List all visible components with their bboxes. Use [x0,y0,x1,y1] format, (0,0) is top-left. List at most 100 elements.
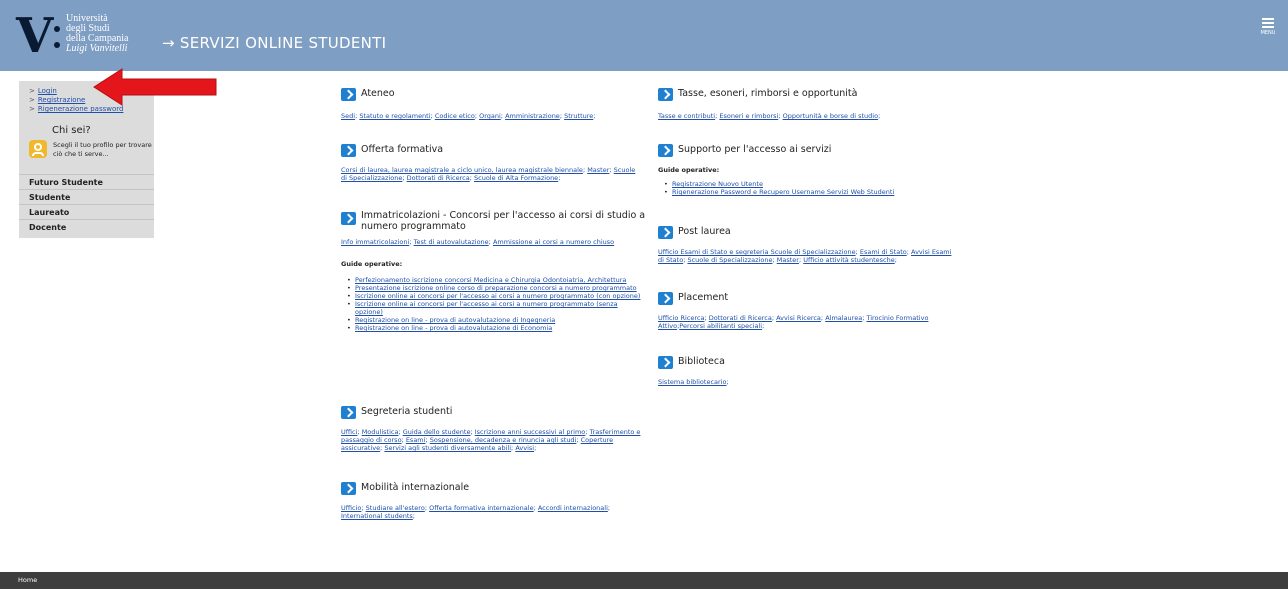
link[interactable]: Scuole di Alta Formazione [474,174,558,182]
link[interactable]: Ufficio attività studentesche [803,256,895,264]
link[interactable]: Strutture [564,112,593,120]
link[interactable]: Esoneri e rimborsi [719,112,778,120]
section-ateneo: Ateneo Sedi; Statuto e regolamenti; Codi… [341,86,641,120]
section-links: Info immatricolazioni; Test di autovalut… [341,238,615,246]
section-title: Biblioteca [678,356,725,367]
home-link[interactable]: Home [18,576,37,584]
link[interactable]: Corsi di laurea, laurea magistrale a cic… [341,166,583,174]
guide-item: Registrazione on line - prova di autoval… [347,316,645,324]
section-title: Immatricolazioni - Concorsi per l'access… [361,210,646,232]
chevron-right-icon: > [29,87,35,95]
section-biblioteca: Biblioteca Sistema bibliotecario; [658,354,958,386]
registrazione-link[interactable]: Registrazione [38,96,85,104]
link[interactable]: Ufficio Esami di Stato e segreteria Scuo… [658,248,856,256]
guide-link[interactable]: Presentazione iscrizione online corso di… [355,284,637,292]
link[interactable]: Avvisi Ricerca [776,314,821,322]
link[interactable]: Esami [406,436,426,444]
guide-item: Registrazione on line - prova di autoval… [347,324,645,332]
section-header: Ateneo [341,86,641,104]
sidebar-item-studente[interactable]: Studente [19,189,154,204]
section-tasse: Tasse, esoneri, rimborsi e opportunità T… [658,86,958,120]
section-supporto: Supporto per l'accesso ai servizi Guide … [658,142,958,196]
sidebar-item-docente[interactable]: Docente [19,219,154,234]
link[interactable]: Master [587,166,609,174]
arrow-right-icon [341,88,356,101]
link[interactable]: Dottorati di Ricerca [709,314,772,322]
university-logo[interactable]: V Università degli Studi della Campania … [16,8,146,64]
login-link[interactable]: Login [38,87,57,95]
link[interactable]: Avvisi [515,444,534,452]
hamburger-icon [1262,22,1274,24]
link[interactable]: Amministrazione [505,112,560,120]
link[interactable]: Tasse e contributi [658,112,715,120]
guide-link[interactable]: Registrazione on line - prova di autoval… [355,316,555,324]
link[interactable]: Info immatricolazioni [341,238,409,246]
section-title: Post laurea [678,226,731,237]
link[interactable]: Percorsi abilitanti speciali [679,322,762,330]
link[interactable]: Organi [479,112,501,120]
menu-button[interactable]: MENU [1260,18,1276,36]
guide-link[interactable]: Iscrizione online ai concorsi per l'acce… [355,300,618,316]
guide-link[interactable]: Perfezionamento iscrizione concorsi Medi… [355,276,626,284]
section-mobilita-internazionale: Mobilità internazionale Ufficio; Studiar… [341,480,641,520]
guide-list: Perfezionamento iscrizione concorsi Medi… [347,276,645,332]
link[interactable]: Sospensione, decadenza e rinuncia agli s… [430,436,577,444]
chevron-right-icon: > [29,105,35,113]
link[interactable]: Uffici [341,428,357,436]
link[interactable]: Almalaurea [825,314,862,322]
guide-title: Guide operative: [658,166,720,174]
link[interactable]: Sedi [341,112,355,120]
link[interactable]: Statuto e regolamenti [359,112,430,120]
link[interactable]: Servizi agli studenti diversamente abili [384,444,511,452]
link[interactable]: Guida dello studente [403,428,471,436]
guide-link[interactable]: Registrazione on line - prova di autoval… [355,324,552,332]
section-header: Placement [658,290,958,308]
guide-link[interactable]: Iscrizione online ai concorsi per l'acce… [355,292,640,300]
logo-v-mark: V [16,8,54,64]
arrow-right-icon [658,356,673,369]
link[interactable]: International students [341,512,413,520]
link[interactable]: Test di autovalutazione [414,238,489,246]
link[interactable]: Sistema bibliotecario [658,378,726,386]
link[interactable]: Scuole di Specializzazione [687,256,772,264]
link[interactable]: Esami di Stato [860,248,907,256]
hamburger-icon [1262,18,1274,20]
link[interactable]: Ufficio [341,504,361,512]
arrow-right-icon [658,88,673,101]
link[interactable]: Master [777,256,799,264]
sidebar-item-futuro-studente[interactable]: Futuro Studente [19,174,154,189]
section-offerta-formativa: Offerta formativa Corsi di laurea, laure… [341,142,641,182]
link[interactable]: Opportunità e borse di studio [783,112,878,120]
link[interactable]: Modulistica [362,428,399,436]
section-header: Tasse, esoneri, rimborsi e opportunità [658,86,958,104]
user-profile-icon [29,140,47,158]
logo-dot [54,42,60,48]
link[interactable]: Ufficio Ricerca [658,314,704,322]
section-header: Segreteria studenti [341,404,641,422]
section-title: Mobilità internazionale [361,482,470,493]
link[interactable]: Offerta formativa internazionale [429,504,534,512]
section-post-laurea: Post laurea Ufficio Esami di Stato e seg… [658,224,958,264]
section-header: Mobilità internazionale [341,480,641,498]
chevron-right-icon: > [29,96,35,104]
guide-title: Guide operative: [341,260,403,268]
sidebar-item-laureato[interactable]: Laureato [19,204,154,219]
section-title: Tasse, esoneri, rimborsi e opportunità [678,88,858,99]
section-title: Ateneo [361,88,395,99]
link[interactable]: Accordi internazionali [538,504,608,512]
section-links: Ufficio; Studiare all'estero; Offerta fo… [341,504,611,520]
guide-list: Registrazione Nuovo Utente Rigenerazione… [664,180,962,196]
link[interactable]: Dottorati di Ricerca [407,174,470,182]
link[interactable]: Codice etico [435,112,475,120]
guide-link[interactable]: Registrazione Nuovo Utente [672,180,763,188]
section-links: Sedi; Statuto e regolamenti; Codice etic… [341,112,596,120]
logo-text: Università degli Studi della Campania Lu… [66,13,129,54]
link[interactable]: Studiare all'estero [366,504,425,512]
page-title: → SERVIZI ONLINE STUDENTI [162,34,387,52]
arrow-right-icon [341,212,356,225]
section-header: Biblioteca [658,354,958,372]
footer-bar: Home [0,572,1288,589]
guide-link[interactable]: Rigenerazione Password e Recupero Userna… [672,188,894,196]
link[interactable]: Iscrizione anni successivi al primo [475,428,586,436]
link[interactable]: Ammissione ai corsi a numero chiuso [493,238,614,246]
